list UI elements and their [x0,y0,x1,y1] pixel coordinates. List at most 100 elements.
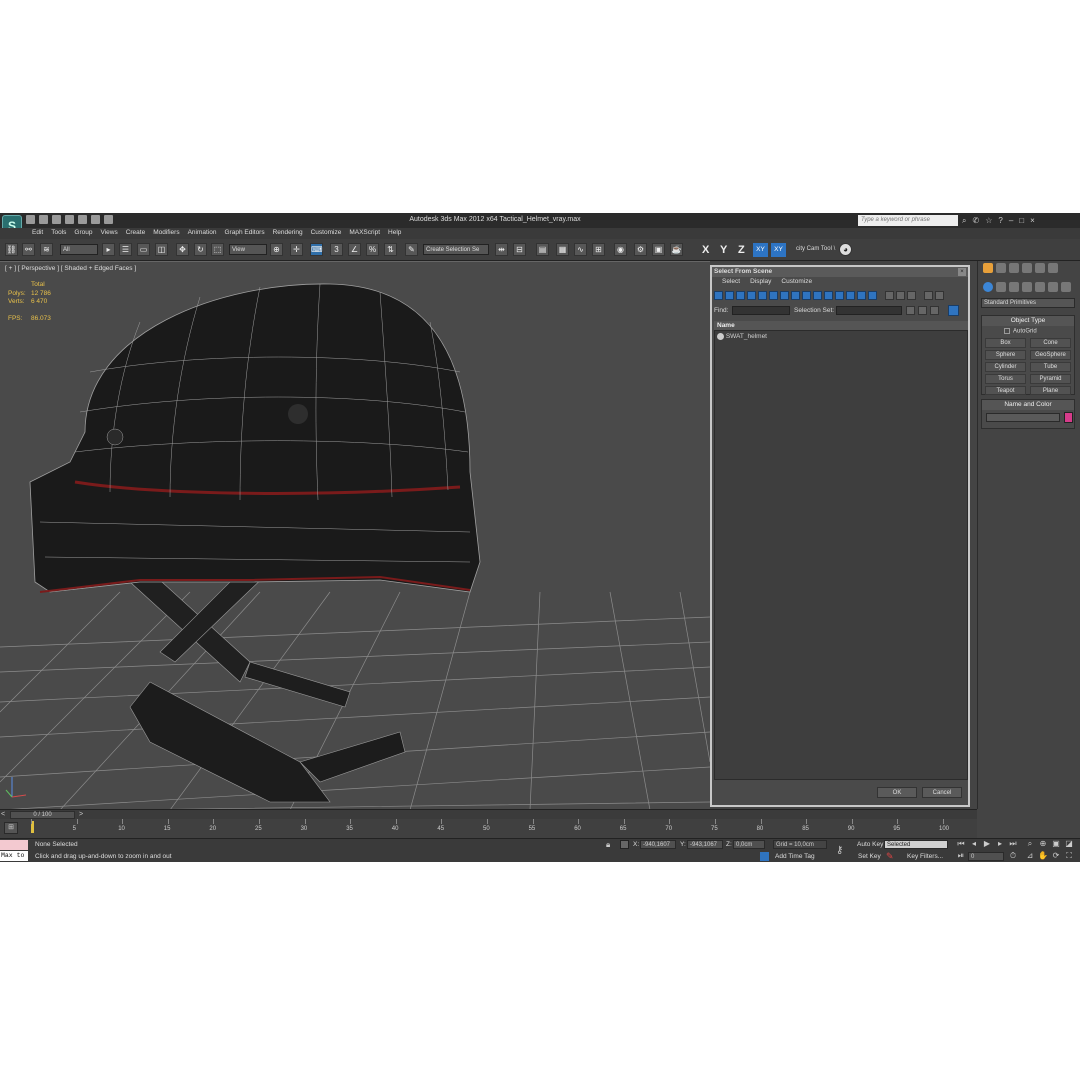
select-manipulate-icon[interactable]: ✛ [290,243,303,256]
menu-customize[interactable]: Customize [307,228,346,239]
angle-snap-icon[interactable]: ∠ [348,243,361,256]
geosphere-button[interactable]: GeoSphere [1030,350,1071,360]
select-object-icon[interactable]: ▸ [102,243,115,256]
viewport-label-menu[interactable]: [ + ] [ Perspective ] [ Shaded + Edged F… [5,265,136,272]
curve-editor-icon[interactable]: ∿ [574,243,587,256]
zoom-icon[interactable]: ⌕ [1025,839,1035,849]
cam-tool-icon[interactable]: ◕ [839,243,852,256]
motion-tab-icon[interactable] [1022,263,1032,273]
time-slider[interactable]: < 0 / 100 > [0,809,977,819]
cameras-category-icon[interactable] [1022,282,1032,292]
render-production-icon[interactable]: ☕ [670,243,683,256]
play-icon[interactable]: ▶ [982,839,992,849]
graphite-tools-icon[interactable]: ▦ [556,243,569,256]
key-mode-toggle-icon[interactable]: ⏯ [956,851,966,861]
lights-category-icon[interactable] [1009,282,1019,292]
schematic-view-icon[interactable]: ⊞ [592,243,605,256]
add-time-tag-button[interactable]: Add Time Tag [775,853,815,860]
menu-create[interactable]: Create [122,228,150,239]
time-slider-thumb[interactable]: 0 / 100 [10,811,75,819]
display-invert-icon[interactable] [868,291,877,300]
object-type-header[interactable]: Object Type [982,316,1074,326]
unlink-icon[interactable]: ⚯ [22,243,35,256]
find-options-icon[interactable] [948,305,959,316]
geometry-category-icon[interactable] [983,282,993,292]
maxscript-listener-pink[interactable] [0,840,28,850]
move-icon[interactable]: ✥ [176,243,189,256]
pan-view-icon[interactable]: ✋ [1038,851,1048,861]
dialog-menu-customize[interactable]: Customize [781,278,812,288]
menu-help[interactable]: Help [384,228,405,239]
keyboard-shortcut-override-icon[interactable]: ⌨ [310,243,323,256]
current-frame-field[interactable]: 0 [968,852,1004,861]
display-geometry-icon[interactable] [714,291,723,300]
named-selection-set-dropdown[interactable]: Create Selection Se [423,244,489,255]
layer-manager-icon[interactable]: ▤ [536,243,549,256]
menu-edit[interactable]: Edit [28,228,47,239]
search-input[interactable]: Type a keyword or phrase [858,215,958,226]
display-helpers-icon[interactable] [758,291,767,300]
set-keys-pen-icon[interactable]: ✎ [886,851,894,862]
go-to-end-icon[interactable]: ⏭ [1008,839,1018,849]
key-mode-dropdown[interactable]: Selected [884,840,948,849]
hierarchy-tab-icon[interactable] [1009,263,1019,273]
binoculars-icon[interactable]: ⌕ [962,216,966,226]
orbit-icon[interactable]: ⟳ [1051,851,1061,861]
create-tab-icon[interactable] [983,263,993,273]
helpers-category-icon[interactable] [1035,282,1045,292]
layer-view-icon[interactable] [918,306,927,315]
restrict-plane-cycle-button[interactable]: XY [771,243,786,257]
menu-group[interactable]: Group [70,228,96,239]
material-editor-icon[interactable]: ◉ [614,243,627,256]
mirror-icon[interactable]: ⇹ [495,243,508,256]
utilities-tab-icon[interactable] [1048,263,1058,273]
modify-tab-icon[interactable] [996,263,1006,273]
menu-modifiers[interactable]: Modifiers [149,228,183,239]
reference-coordinate-dropdown[interactable]: View [229,244,267,255]
selection-set-dropdown[interactable] [836,306,902,315]
display-xrefs-icon[interactable] [791,291,800,300]
restrict-y-button[interactable]: Y [720,244,727,256]
plane-button[interactable]: Plane [1030,386,1071,395]
dialog-menu-select[interactable]: Select [722,278,740,288]
field-of-view-icon[interactable]: ⊿ [1025,851,1035,861]
scale-icon[interactable]: ⬚ [211,243,224,256]
z-coordinate-field[interactable]: 0,0cm [733,840,765,849]
restrict-z-button[interactable]: Z [738,244,745,256]
spacewarps-category-icon[interactable] [1048,282,1058,292]
minimize-icon[interactable]: – [1009,216,1013,226]
filter-icon[interactable] [924,291,933,300]
cone-button[interactable]: Cone [1030,338,1071,348]
select-by-name-icon[interactable]: ☰ [119,243,132,256]
systems-category-icon[interactable] [1061,282,1071,292]
rect-selection-icon[interactable]: ▭ [137,243,150,256]
rotate-icon[interactable]: ↻ [194,243,207,256]
list-item[interactable]: SWAT_helmet [717,333,767,340]
display-frozen-icon[interactable] [824,291,833,300]
zoom-all-icon[interactable]: ⊕ [1038,839,1048,849]
sphere-button[interactable]: Sphere [985,350,1026,360]
communication-icon[interactable]: ✆ [972,216,979,226]
display-groups-icon[interactable] [780,291,789,300]
cancel-button[interactable]: Cancel [922,787,962,798]
display-hidden-icon[interactable] [835,291,844,300]
restrict-x-button[interactable]: X [702,244,709,256]
teapot-button[interactable]: Teapot [985,386,1026,395]
display-bones-icon[interactable] [802,291,811,300]
torus-button[interactable]: Torus [985,374,1026,384]
slider-left-arrow-icon[interactable]: < [1,811,5,818]
dialog-menu-display[interactable]: Display [750,278,771,288]
select-invert-icon[interactable] [907,291,916,300]
slider-right-arrow-icon[interactable]: > [79,811,83,818]
shapes-category-icon[interactable] [996,282,1006,292]
primitive-category-dropdown[interactable]: Standard Primitives [981,298,1075,308]
default-key-icon[interactable]: ⚷ [836,845,843,856]
menu-tools[interactable]: Tools [47,228,70,239]
maximize-icon[interactable]: □ [1019,216,1024,226]
display-containers-icon[interactable] [813,291,822,300]
sort-icon[interactable] [930,306,939,315]
object-color-swatch[interactable] [1064,412,1073,423]
favorites-star-icon[interactable]: ☆ [985,216,992,226]
absolute-mode-icon[interactable] [620,840,629,849]
dialog-close-icon[interactable]: × [958,268,966,276]
